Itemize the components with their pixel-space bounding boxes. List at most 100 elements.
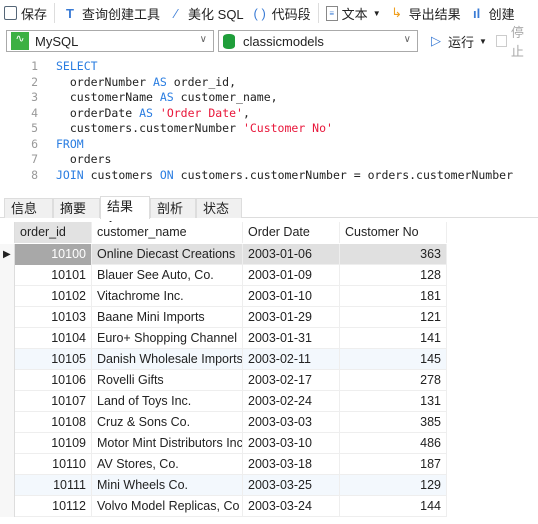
cell[interactable]: Danish Wholesale Imports	[92, 349, 243, 370]
cell[interactable]: 363	[340, 244, 447, 265]
cell[interactable]: Mini Wheels Co.	[92, 475, 243, 496]
cell[interactable]: 2003-01-29	[243, 307, 340, 328]
table-row[interactable]: 10101 Blauer See Auto, Co. 2003-01-09 128	[0, 265, 447, 286]
cell[interactable]: 2003-01-09	[243, 265, 340, 286]
column-header-3[interactable]: Customer No	[340, 222, 447, 243]
cell[interactable]: 10109	[15, 433, 92, 454]
cell[interactable]: 2003-01-31	[243, 328, 340, 349]
cell[interactable]: 2003-03-25	[243, 475, 340, 496]
cell[interactable]: 10102	[15, 286, 92, 307]
stop-button[interactable]: 停止	[492, 25, 538, 59]
sql-editor[interactable]: 1 SELECT 2 orderNumber AS order_id, 3 custo…	[0, 57, 538, 192]
cell[interactable]: 385	[340, 412, 447, 433]
create-chart-button[interactable]: ıl 创建	[465, 2, 519, 24]
row-indicator[interactable]	[0, 349, 15, 370]
column-header-2[interactable]: Order Date	[243, 222, 340, 243]
cell[interactable]: 10110	[15, 454, 92, 475]
snippet-button[interactable]: ( ) 代码段	[248, 2, 315, 24]
cell[interactable]: Euro+ Shopping Channel	[92, 328, 243, 349]
table-row[interactable]: 10108 Cruz & Sons Co. 2003-03-03 385	[0, 412, 447, 433]
cell[interactable]: 10104	[15, 328, 92, 349]
cell[interactable]: 10108	[15, 412, 92, 433]
cell[interactable]: 2003-02-17	[243, 370, 340, 391]
database-select[interactable]: classicmodels ∨	[218, 30, 418, 52]
row-indicator[interactable]	[0, 475, 15, 496]
row-indicator[interactable]	[0, 286, 15, 307]
table-row[interactable]: 10104 Euro+ Shopping Channel 2003-01-31 141	[0, 328, 447, 349]
table-row[interactable]: ▶ 10100 Online Diecast Creations 2003-01-06…	[0, 244, 447, 265]
cell[interactable]: 141	[340, 328, 447, 349]
cell[interactable]: 2003-03-24	[243, 496, 340, 517]
table-row[interactable]: 10105 Danish Wholesale Imports 2003-02-11 1…	[0, 349, 447, 370]
row-indicator[interactable]	[0, 307, 15, 328]
row-indicator[interactable]	[0, 328, 15, 349]
cell[interactable]: 187	[340, 454, 447, 475]
current-row-arrow-icon[interactable]: ▶	[0, 244, 15, 265]
row-indicator[interactable]	[0, 265, 15, 286]
tab-3[interactable]: 剖析	[150, 198, 196, 218]
connection-select[interactable]: ∿ MySQL ∨	[6, 30, 214, 52]
table-row[interactable]: 10102 Vitachrome Inc. 2003-01-10 181	[0, 286, 447, 307]
cell[interactable]: 144	[340, 496, 447, 517]
cell[interactable]: Baane Mini Imports	[92, 307, 243, 328]
cell[interactable]: 2003-01-10	[243, 286, 340, 307]
cell[interactable]: 2003-02-24	[243, 391, 340, 412]
query-builder-button[interactable]: T 查询创建工具	[58, 2, 164, 24]
cell[interactable]: Blauer See Auto, Co.	[92, 265, 243, 286]
cell[interactable]: 10107	[15, 391, 92, 412]
beautify-sql-button[interactable]: ⁄ 美化 SQL	[164, 2, 248, 24]
row-indicator[interactable]	[0, 222, 15, 243]
column-header-0[interactable]: order_id	[15, 222, 92, 243]
cell[interactable]: 145	[340, 349, 447, 370]
cell[interactable]: 10106	[15, 370, 92, 391]
cell[interactable]: Motor Mint Distributors Inc.	[92, 433, 243, 454]
save-button[interactable]: 保存	[0, 2, 51, 24]
cell[interactable]: 2003-02-11	[243, 349, 340, 370]
tab-0[interactable]: 信息	[4, 198, 53, 218]
text-button[interactable]: ≡ 文本 ▼	[322, 2, 385, 24]
cell[interactable]: 2003-03-18	[243, 454, 340, 475]
cell[interactable]: 121	[340, 307, 447, 328]
cell[interactable]: 10100	[15, 244, 92, 265]
cell[interactable]: 129	[340, 475, 447, 496]
row-indicator[interactable]	[0, 391, 15, 412]
row-indicator[interactable]	[0, 370, 15, 391]
cell[interactable]: 2003-03-03	[243, 412, 340, 433]
cell[interactable]: 486	[340, 433, 447, 454]
row-indicator[interactable]	[0, 454, 15, 475]
cell[interactable]: Volvo Model Replicas, Co	[92, 496, 243, 517]
table-row[interactable]: 10107 Land of Toys Inc. 2003-02-24 131	[0, 391, 447, 412]
cell[interactable]: 10101	[15, 265, 92, 286]
cell[interactable]: 10105	[15, 349, 92, 370]
cell[interactable]: Online Diecast Creations	[92, 244, 243, 265]
row-indicator[interactable]	[0, 433, 15, 454]
tab-2[interactable]: 结果 1	[100, 196, 150, 233]
column-header-1[interactable]: customer_name	[92, 222, 243, 243]
table-row[interactable]: 10111 Mini Wheels Co. 2003-03-25 129	[0, 475, 447, 496]
run-button[interactable]: ▷ 运行 ▼	[424, 30, 491, 52]
table-row[interactable]: 10112 Volvo Model Replicas, Co 2003-03-24 1…	[0, 496, 447, 517]
cell[interactable]: Vitachrome Inc.	[92, 286, 243, 307]
cell[interactable]: 128	[340, 265, 447, 286]
cell[interactable]: 278	[340, 370, 447, 391]
cell[interactable]: AV Stores, Co.	[92, 454, 243, 475]
tab-4[interactable]: 状态	[196, 198, 242, 218]
table-row[interactable]: 10109 Motor Mint Distributors Inc. 2003-03…	[0, 433, 447, 454]
cell[interactable]: 10112	[15, 496, 92, 517]
table-row[interactable]: 10106 Rovelli Gifts 2003-02-17 278	[0, 370, 447, 391]
cell[interactable]: 10103	[15, 307, 92, 328]
cell[interactable]: Rovelli Gifts	[92, 370, 243, 391]
cell[interactable]: Land of Toys Inc.	[92, 391, 243, 412]
cell[interactable]: 131	[340, 391, 447, 412]
cell[interactable]: Cruz & Sons Co.	[92, 412, 243, 433]
table-row[interactable]: 10103 Baane Mini Imports 2003-01-29 121	[0, 307, 447, 328]
tab-1[interactable]: 摘要	[53, 198, 100, 218]
export-results-button[interactable]: ↳ 导出结果	[385, 2, 465, 24]
cell[interactable]: 10111	[15, 475, 92, 496]
cell[interactable]: 2003-03-10	[243, 433, 340, 454]
cell[interactable]: 181	[340, 286, 447, 307]
row-indicator[interactable]	[0, 496, 15, 517]
row-indicator[interactable]	[0, 412, 15, 433]
table-row[interactable]: 10110 AV Stores, Co. 2003-03-18 187	[0, 454, 447, 475]
cell[interactable]: 2003-01-06	[243, 244, 340, 265]
